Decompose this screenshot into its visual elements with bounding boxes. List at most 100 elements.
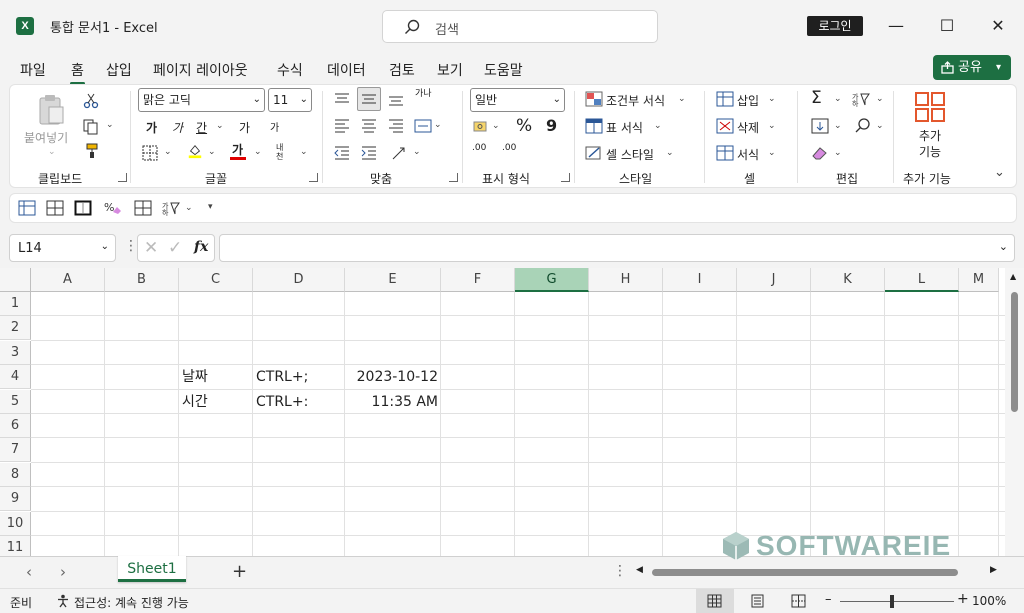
delete-cells-icon[interactable]	[716, 118, 734, 134]
insert-cells-chevron-icon[interactable]: ⌄	[768, 94, 776, 104]
worksheet-grid[interactable]: ABCDEFGHIJKLM 1 2 3 4 5 6 7 8 9 10 11 날짜 CTRL+; 2023…	[0, 268, 1005, 556]
vertical-scroll-thumb[interactable]	[1011, 292, 1018, 412]
autosum-chevron-icon[interactable]: ⌄	[834, 94, 842, 104]
row-header-6[interactable]: 6	[0, 414, 31, 438]
column-header-k[interactable]: K	[811, 268, 885, 292]
row-header-2[interactable]: 2	[0, 316, 31, 341]
orientation-chevron-icon[interactable]: ⌄	[413, 147, 421, 157]
font-name-select[interactable]: 맑은 고딕 ⌄	[138, 88, 265, 112]
copy-chevron-icon[interactable]: ⌄	[106, 120, 114, 130]
fill-icon[interactable]	[811, 118, 829, 134]
zoom-slider-thumb[interactable]	[890, 595, 894, 608]
login-button[interactable]: 로그인	[807, 16, 863, 36]
clear-icon[interactable]	[811, 145, 829, 161]
confirm-entry-icon[interactable]: ✓	[168, 238, 182, 258]
qa-customize-icon[interactable]: ▾	[208, 202, 213, 212]
row-header-1[interactable]: 1	[0, 292, 31, 316]
cell-d5[interactable]: CTRL+:	[253, 390, 345, 414]
cell-d4[interactable]: CTRL+;	[253, 365, 345, 389]
page-layout-view-icon[interactable]	[750, 594, 765, 608]
format-table-chevron-icon[interactable]: ⌄	[654, 121, 662, 131]
next-sheet-icon[interactable]: ›	[60, 563, 66, 581]
conditional-format-label[interactable]: 조건부 서식	[606, 92, 665, 109]
cancel-entry-icon[interactable]: ✕	[144, 238, 158, 258]
decrease-indent-icon[interactable]	[333, 145, 351, 161]
tab-home[interactable]: 홈	[70, 60, 85, 85]
font-color-icon[interactable]: 가	[232, 141, 243, 158]
sort-filter-chevron-icon[interactable]: ⌄	[876, 94, 884, 104]
scroll-up-icon[interactable]: ▲	[1010, 272, 1016, 281]
conditional-chevron-icon[interactable]: ⌄	[678, 94, 686, 104]
cut-icon[interactable]	[82, 93, 100, 109]
percent-clear-icon[interactable]: %	[104, 199, 122, 215]
qa-sort-filter-icon[interactable]: 가하	[162, 200, 180, 216]
maximize-button[interactable]: ☐	[933, 12, 961, 40]
grow-font-button[interactable]: 가	[239, 119, 250, 136]
tab-formulas[interactable]: 수식	[277, 60, 303, 80]
format-painter-icon[interactable]	[82, 143, 100, 159]
sort-filter-icon[interactable]: 가하	[852, 91, 870, 107]
bold-button[interactable]: 가	[146, 119, 157, 136]
accounting-chevron-icon[interactable]: ⌄	[492, 121, 500, 131]
column-header-e[interactable]: E	[345, 268, 441, 292]
find-select-icon[interactable]	[854, 118, 872, 134]
close-button[interactable]: ✕	[984, 12, 1012, 40]
page-break-view-icon[interactable]	[791, 594, 806, 608]
phonetic-icon[interactable]: 내천	[276, 143, 290, 161]
tab-page-layout[interactable]: 페이지 레이아웃	[153, 60, 248, 80]
fill-color-icon[interactable]	[186, 143, 204, 159]
name-box[interactable]: L14 ⌄	[9, 234, 116, 262]
insert-function-icon[interactable]: fx	[194, 239, 208, 255]
align-right-icon[interactable]	[387, 118, 405, 134]
cell-e4[interactable]: 2023-10-12	[345, 365, 441, 389]
accounting-format-icon[interactable]	[473, 119, 491, 135]
accessibility-status[interactable]: 접근성: 계속 진행 가능	[74, 594, 189, 611]
paste-icon[interactable]	[34, 93, 68, 127]
tab-view[interactable]: 보기	[437, 60, 463, 80]
number-launcher-icon[interactable]	[561, 173, 570, 182]
column-header-a[interactable]: A	[31, 268, 105, 292]
clipboard-launcher-icon[interactable]	[118, 173, 127, 182]
minimize-button[interactable]: —	[882, 12, 910, 40]
column-header-m[interactable]: M	[959, 268, 999, 292]
format-table-icon[interactable]	[585, 118, 603, 134]
add-ins-label-line2[interactable]: 기능	[919, 143, 941, 160]
percent-button[interactable]: %	[516, 116, 532, 136]
paste-label[interactable]: 붙여넣기	[24, 129, 68, 146]
cell-styles-chevron-icon[interactable]: ⌄	[666, 148, 674, 158]
select-all-button[interactable]	[0, 268, 31, 292]
merge-center-icon[interactable]	[414, 118, 432, 134]
share-button[interactable]: 공유 ▾	[933, 55, 1011, 80]
add-ins-label-line1[interactable]: 추가	[919, 127, 941, 144]
find-select-chevron-icon[interactable]: ⌄	[876, 121, 884, 131]
comma-button[interactable]: 9	[546, 116, 557, 135]
row-header-10[interactable]: 10	[0, 511, 31, 536]
all-borders-icon[interactable]	[46, 200, 64, 216]
increase-decimal-button[interactable]: .00	[472, 143, 486, 153]
conditional-format-icon[interactable]	[585, 91, 603, 107]
wrap-text-icon[interactable]: 가나	[415, 89, 432, 99]
insert-cells-label[interactable]: 삽입	[737, 92, 759, 109]
merge-chevron-icon[interactable]: ⌄	[434, 120, 442, 130]
paste-chevron-icon[interactable]: ⌄	[48, 147, 56, 157]
border-chevron-icon[interactable]: ⌄	[164, 147, 172, 157]
tab-file[interactable]: 파일	[20, 60, 46, 80]
clear-chevron-icon[interactable]: ⌄	[834, 148, 842, 158]
column-header-j[interactable]: J	[737, 268, 811, 292]
align-top-icon[interactable]	[333, 91, 351, 107]
add-ins-icon[interactable]	[914, 91, 946, 123]
underline-chevron-icon[interactable]: ⌄	[216, 121, 224, 131]
alignment-launcher-icon[interactable]	[449, 173, 458, 182]
font-color-chevron-icon[interactable]: ⌄	[254, 147, 262, 157]
cell-styles-label[interactable]: 셀 스타일	[606, 146, 654, 163]
autosum-icon[interactable]: Σ	[811, 88, 822, 108]
cell-styles-icon[interactable]	[585, 145, 603, 161]
cell-c4[interactable]: 날짜	[179, 365, 253, 389]
row-header-3[interactable]: 3	[0, 340, 31, 365]
align-center-icon[interactable]	[360, 118, 378, 134]
tab-review[interactable]: 검토	[389, 60, 415, 80]
font-size-select[interactable]: 11 ⌄	[268, 88, 312, 112]
zoom-slider-track[interactable]	[840, 601, 954, 602]
borders-icon[interactable]	[134, 200, 152, 216]
number-format-select[interactable]: 일반 ⌄	[470, 88, 565, 112]
